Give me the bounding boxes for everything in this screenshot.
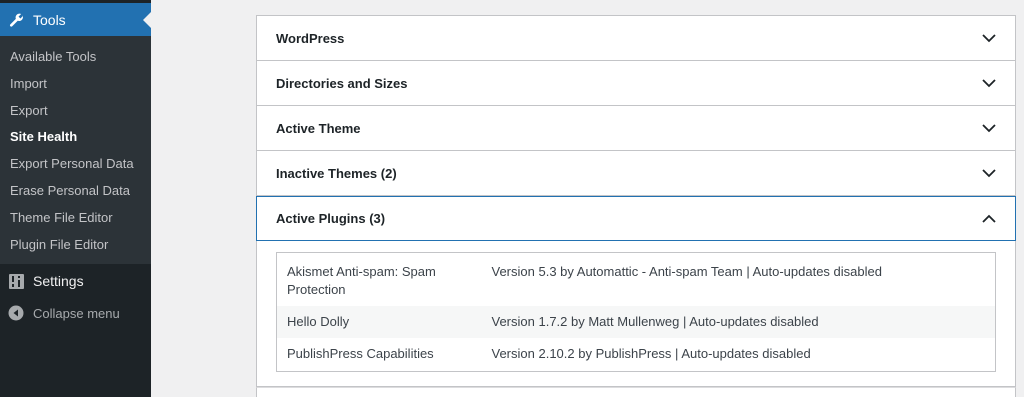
sidebar-menu-tools[interactable]: Tools — [0, 3, 151, 36]
submenu-item-export-personal-data[interactable]: Export Personal Data — [10, 156, 134, 171]
submenu-item-theme-file-editor[interactable]: Theme File Editor — [10, 210, 113, 225]
admin-sidebar: Tools Available Tools Import Export Site… — [0, 0, 151, 397]
table-row: Akismet Anti-spam: Spam Protection Versi… — [277, 253, 996, 307]
submenu-item-site-health[interactable]: Site Health — [10, 129, 77, 144]
plugin-name: Hello Dolly — [287, 314, 350, 329]
sidebar-menu-settings[interactable]: Settings — [8, 271, 84, 291]
sidebar-menu-settings-label: Settings — [33, 273, 84, 289]
collapse-arrow-icon — [8, 305, 24, 321]
accordion-section-inactive-themes[interactable]: Inactive Themes (2) — [256, 151, 1016, 196]
plugin-name: Akismet Anti-spam: Spam Protection — [287, 264, 436, 297]
chevron-down-icon — [981, 165, 997, 181]
active-plugins-table: Akismet Anti-spam: Spam Protection Versi… — [276, 252, 996, 372]
accordion-section-title: Active Plugins (3) — [276, 211, 386, 226]
site-health-info-accordion: WordPress Directories and Sizes Active T… — [256, 15, 1016, 397]
accordion-next-section-edge — [256, 387, 1016, 397]
accordion-section-active-theme[interactable]: Active Theme — [256, 106, 1016, 151]
submenu-item-export[interactable]: Export — [10, 103, 48, 118]
sidebar-menu-tools-label: Tools — [33, 11, 66, 28]
submenu-item-erase-personal-data[interactable]: Erase Personal Data — [10, 183, 130, 198]
accordion-section-wordpress[interactable]: WordPress — [256, 15, 1016, 61]
table-row: PublishPress Capabilities Version 2.10.2… — [277, 338, 996, 372]
plugin-details: Version 2.10.2 by PublishPress | Auto-up… — [491, 346, 811, 361]
plugin-name: PublishPress Capabilities — [287, 346, 434, 361]
settings-sliders-icon — [8, 273, 25, 290]
plugin-details: Version 1.7.2 by Matt Mullenweg | Auto-u… — [491, 314, 819, 329]
current-menu-arrow — [143, 12, 151, 28]
wrench-icon — [8, 11, 26, 29]
submenu-item-import[interactable]: Import — [10, 76, 47, 91]
active-plugins-panel: Akismet Anti-spam: Spam Protection Versi… — [256, 241, 1016, 387]
tools-submenu: Available Tools Import Export Site Healt… — [0, 36, 151, 264]
submenu-item-available-tools[interactable]: Available Tools — [10, 49, 96, 64]
collapse-menu-button[interactable]: Collapse menu — [8, 304, 120, 322]
plugin-details: Version 5.3 by Automattic - Anti-spam Te… — [491, 264, 882, 279]
accordion-section-title: Inactive Themes (2) — [276, 165, 397, 181]
chevron-down-icon — [981, 30, 997, 46]
submenu-item-plugin-file-editor[interactable]: Plugin File Editor — [10, 237, 108, 252]
accordion-section-directories-and-sizes[interactable]: Directories and Sizes — [256, 61, 1016, 106]
chevron-down-icon — [981, 120, 997, 136]
accordion-section-title: Directories and Sizes — [276, 75, 408, 91]
chevron-up-icon — [981, 211, 997, 227]
table-row: Hello Dolly Version 1.7.2 by Matt Mullen… — [276, 306, 996, 338]
chevron-down-icon — [981, 75, 997, 91]
accordion-section-title: Active Theme — [276, 120, 361, 136]
accordion-section-active-plugins[interactable]: Active Plugins (3) — [256, 196, 1016, 241]
accordion-section-title: WordPress — [276, 30, 345, 46]
collapse-menu-label: Collapse menu — [33, 305, 120, 321]
